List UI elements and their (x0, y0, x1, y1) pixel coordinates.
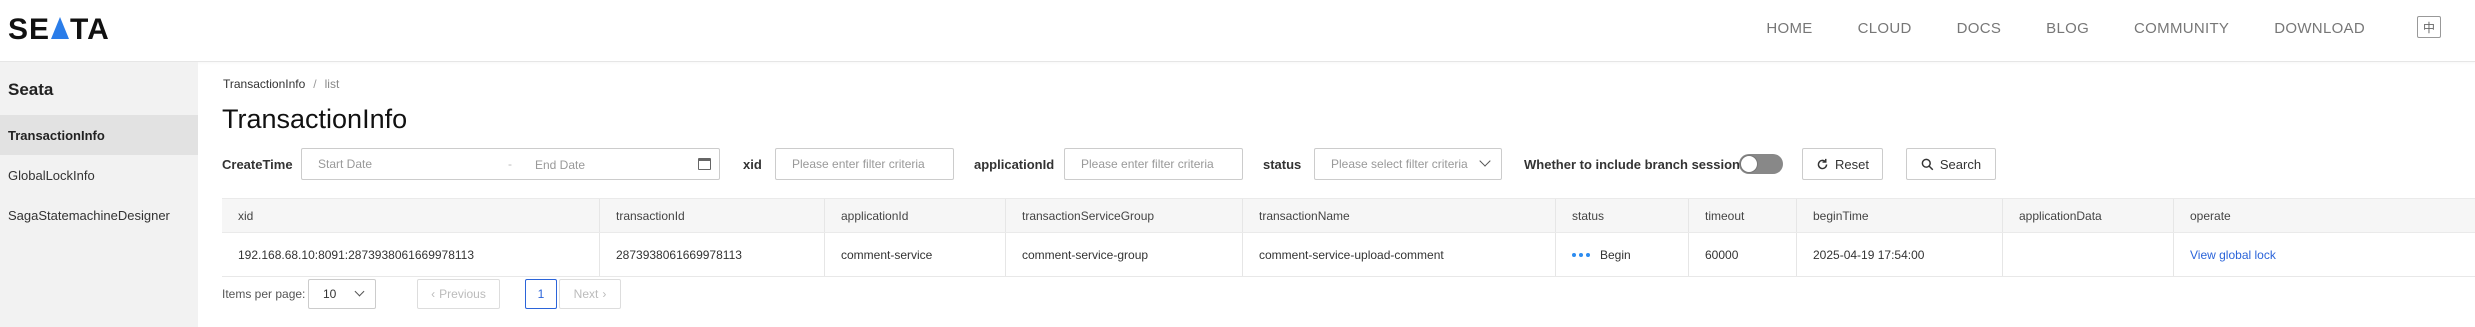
column-header-applicationdata: applicationData (2003, 199, 2174, 232)
status-label: status (1263, 157, 1302, 172)
reset-button-label: Reset (1835, 156, 1869, 172)
nav-docs[interactable]: DOCS (1957, 20, 2002, 37)
create-time-label: CreateTime (222, 157, 293, 172)
breadcrumb-separator: / (313, 77, 317, 91)
chevron-right-icon: › (602, 287, 607, 301)
chevron-down-icon (354, 286, 365, 297)
next-label: Next (573, 287, 599, 301)
application-id-label: applicationId (974, 157, 1055, 172)
column-header-status: status (1556, 199, 1689, 232)
logo-text-right: TA (70, 13, 110, 46)
table-header: xid transactionId applicationId transact… (222, 198, 2475, 233)
sidebar-item-globallockinfo[interactable]: GlobalLockInfo (0, 155, 198, 195)
top-navbar: SE TA HOME CLOUD DOCS BLOG COMMUNITY DOW… (0, 0, 2475, 62)
nav-home[interactable]: HOME (1766, 20, 1812, 37)
status-text: Begin (1600, 247, 1631, 262)
column-header-transactionname: transactionName (1243, 199, 1556, 232)
logo-text-left: SE (8, 13, 51, 46)
search-button[interactable]: Search (1906, 148, 1996, 180)
breadcrumb: TransactionInfo / list (223, 77, 339, 91)
search-icon (1921, 158, 1934, 170)
end-date-placeholder: End Date (535, 158, 586, 172)
sidebar-item-transactioninfo[interactable]: TransactionInfo (0, 115, 198, 155)
page-number-current[interactable]: 1 (525, 279, 557, 309)
previous-page-button[interactable]: ‹ Previous (417, 279, 500, 309)
seata-logo[interactable]: SE TA (8, 13, 110, 46)
cell-transactionname: comment-service-upload-comment (1243, 233, 1556, 276)
previous-label: Previous (439, 287, 486, 301)
column-header-operate: operate (2190, 208, 2231, 223)
chevron-down-icon (1479, 155, 1491, 167)
logo-triangle-icon (51, 17, 70, 39)
items-per-page-label: Items per page: (222, 287, 306, 301)
cell-begintime: 2025-04-19 17:54:00 (1797, 233, 2003, 276)
start-date-placeholder: Start Date (318, 157, 373, 171)
pagination: Items per page: 10 ‹ Previous 1 Next › (222, 279, 822, 309)
refresh-icon (1817, 158, 1828, 169)
nav-download[interactable]: DOWNLOAD (2274, 20, 2365, 37)
search-button-label: Search (1939, 156, 1982, 172)
page-title: TransactionInfo (222, 104, 408, 134)
application-id-input[interactable]: Please enter filter criteria (1064, 148, 1243, 180)
main-nav: HOME CLOUD DOCS BLOG COMMUNITY DOWNLOAD (1721, 0, 2365, 56)
breadcrumb-parent[interactable]: TransactionInfo (223, 77, 305, 91)
cell-transactionservicegroup: comment-service-group (1006, 233, 1243, 276)
sidebar: Seata TransactionInfo GlobalLockInfo Sag… (0, 62, 198, 327)
column-header-applicationid: applicationId (825, 199, 1006, 232)
column-header-begintime: beginTime (1797, 199, 2003, 232)
view-global-lock-link[interactable]: View global lock (2190, 248, 2276, 262)
xid-input[interactable]: Please enter filter criteria (775, 148, 954, 180)
language-switch-button[interactable]: 中 (2417, 16, 2441, 38)
next-page-button[interactable]: Next › (559, 279, 621, 309)
filter-bar: CreateTime Start Date - End Date xid Ple… (222, 148, 2462, 182)
sidebar-item-label: TransactionInfo (8, 127, 105, 143)
sidebar-item-sagastatemachinedesigner[interactable]: SagaStatemachineDesigner (0, 195, 198, 235)
column-header-xid: xid (222, 199, 600, 232)
nav-blog[interactable]: BLOG (2046, 20, 2089, 37)
cell-xid: 192.168.68.10:8091:2873938061669978113 (222, 233, 600, 276)
nav-cloud[interactable]: CLOUD (1858, 20, 1912, 37)
branch-sessions-toggle[interactable] (1739, 154, 1783, 174)
create-time-range-picker[interactable]: Start Date - End Date (301, 148, 720, 180)
cell-timeout: 60000 (1689, 233, 1797, 276)
application-id-placeholder: Please enter filter criteria (1081, 157, 1214, 171)
main-content: TransactionInfo / list TransactionInfo Cre… (198, 62, 2475, 327)
cell-operate: View global lock (2174, 233, 2475, 276)
reset-button[interactable]: Reset (1802, 148, 1883, 180)
toggle-knob (1740, 155, 1758, 173)
page-size-select[interactable]: 10 (308, 279, 376, 309)
chevron-left-icon: ‹ (431, 287, 436, 301)
status-placeholder: Please select filter criteria (1331, 157, 1468, 171)
xid-placeholder: Please enter filter criteria (792, 157, 925, 171)
status-select[interactable]: Please select filter criteria (1314, 148, 1502, 180)
column-header-transactionservicegroup: transactionServiceGroup (1006, 199, 1243, 232)
sidebar-item-label: GlobalLockInfo (8, 167, 95, 183)
cell-applicationid: comment-service (825, 233, 1006, 276)
column-header-timeout: timeout (1689, 199, 1797, 232)
branch-sessions-label: Whether to include branch sessions (1524, 157, 1748, 172)
date-range-separator: - (508, 157, 512, 171)
calendar-icon (698, 158, 711, 170)
nav-community[interactable]: COMMUNITY (2134, 20, 2229, 37)
column-header-transactionid: transactionId (600, 199, 825, 232)
cell-status: Begin (1556, 233, 1689, 276)
table-row: 192.168.68.10:8091:2873938061669978113 2… (222, 233, 2475, 277)
page-size-value: 10 (323, 287, 337, 301)
xid-label: xid (743, 157, 762, 172)
cell-transactionid: 2873938061669978113 (600, 233, 825, 276)
status-loading-icon (1572, 252, 1590, 257)
breadcrumb-current: list (324, 77, 340, 91)
sidebar-item-label: SagaStatemachineDesigner (8, 207, 170, 223)
sidebar-title: Seata (8, 80, 54, 99)
cell-applicationdata (2003, 233, 2174, 276)
